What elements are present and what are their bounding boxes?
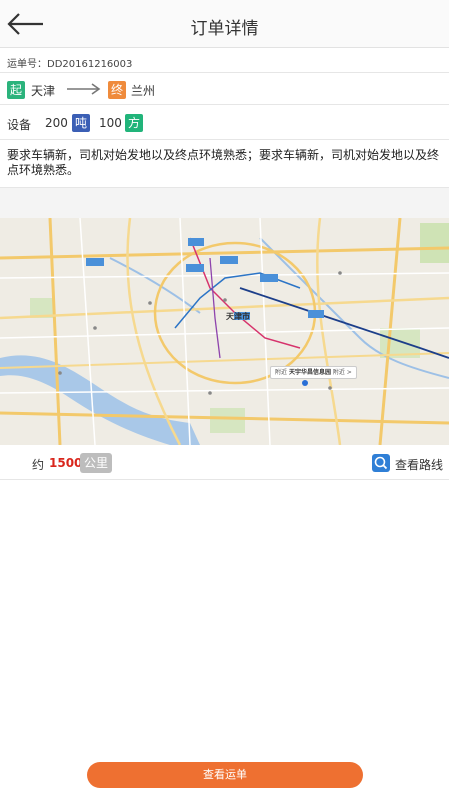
map-canvas: [0, 218, 449, 445]
distance-value: 1500: [49, 456, 83, 470]
start-city: 天津: [31, 84, 56, 98]
map-city-label: 天津市: [226, 312, 250, 321]
page-title: 订单详情: [190, 19, 259, 39]
weight-unit: 吨: [72, 114, 90, 132]
arrow-right-icon: [67, 83, 101, 95]
map-poi-suffix: 附近 >: [332, 369, 352, 376]
distance-unit: 公里: [80, 453, 113, 473]
distance-row: 约 1500 公里 查看路线: [0, 446, 449, 480]
requirement-text: 要求车辆新，司机对始发地以及终点环境熟悉；要求车辆新，司机对始发地以及终点环境熟…: [0, 141, 449, 188]
start-tag: 起: [7, 81, 25, 99]
section-gap: [0, 188, 449, 218]
route-row: 起 天津 终 兰州: [0, 73, 449, 105]
distance-prefix: 约: [32, 458, 45, 472]
device-row: 设备 200 吨 100 方: [0, 106, 449, 140]
view-waybill-button[interactable]: 查看运单: [87, 762, 363, 788]
top-bar: 订单详情: [0, 0, 449, 48]
weight-value: 200: [45, 116, 68, 130]
map-poi-name: 天宇华昌信息园: [288, 369, 331, 376]
map-poi-prefix: 附近: [275, 369, 288, 376]
route-map[interactable]: 天津市 附近 天宇华昌信息园 附近 >: [0, 218, 449, 445]
end-tag: 终: [108, 81, 126, 99]
device-label: 设备: [7, 118, 32, 132]
view-route-label: 查看路线: [395, 458, 444, 472]
map-poi-callout[interactable]: 附近 天宇华昌信息园 附近 >: [270, 366, 357, 379]
end-city: 兰州: [131, 84, 156, 98]
order-number: 运单号：DD20161216003: [0, 49, 449, 73]
volume-unit: 方: [125, 114, 143, 132]
volume-value: 100: [99, 116, 122, 130]
search-icon: [372, 454, 390, 472]
